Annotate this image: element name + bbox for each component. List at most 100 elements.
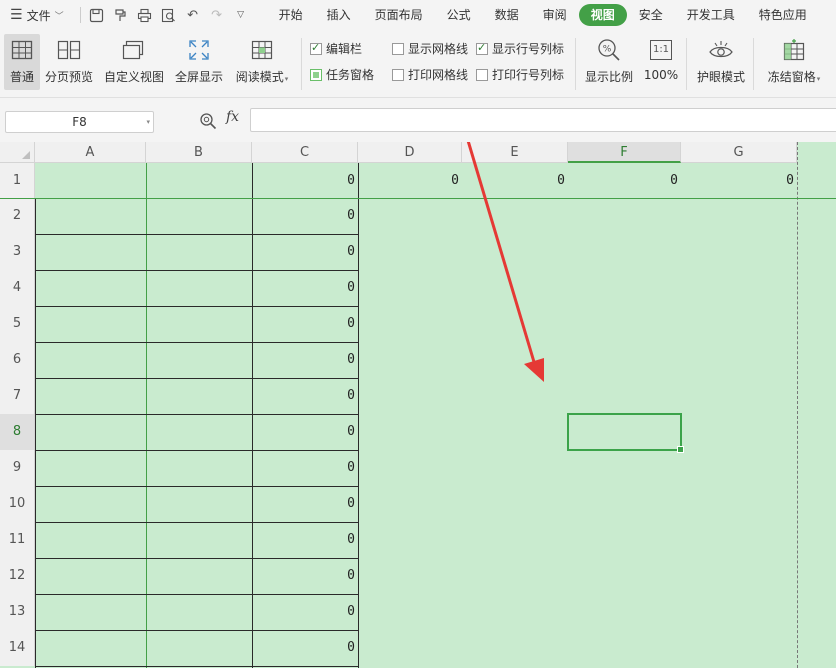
tab-formulas[interactable]: 公式 xyxy=(435,4,483,26)
customize-toolbar-icon[interactable]: ▽ xyxy=(229,3,253,27)
custom-view-button[interactable]: 自定义视图 xyxy=(103,34,165,90)
format-painter-icon[interactable] xyxy=(109,3,133,27)
edit-bar-checkbox[interactable]: 编辑栏 xyxy=(310,40,362,57)
tab-page-layout[interactable]: 页面布局 xyxy=(363,4,435,26)
cell-c2[interactable]: 0 xyxy=(252,198,358,234)
column-header-c[interactable]: C xyxy=(252,142,358,163)
reading-mode-icon xyxy=(250,34,274,66)
row-header-3[interactable]: 3 xyxy=(0,234,35,270)
task-pane-checkbox[interactable]: 任务窗格 xyxy=(310,66,374,83)
file-menu[interactable]: ☰ 文件 ﹀ xyxy=(10,7,64,24)
cell-c10[interactable]: 0 xyxy=(252,486,358,522)
cell-c6[interactable]: 0 xyxy=(252,342,358,378)
save-icon[interactable] xyxy=(85,3,109,27)
row-header-11[interactable]: 11 xyxy=(0,522,35,558)
zoom-icon: % xyxy=(597,34,621,66)
row-header-13[interactable]: 13 xyxy=(0,594,35,630)
cell-border-line xyxy=(35,270,358,271)
tab-special-apps[interactable]: 特色应用 xyxy=(747,4,819,26)
cell-c8[interactable]: 0 xyxy=(252,414,358,450)
show-headings-label: 显示行号列标 xyxy=(492,42,565,56)
column-header-e[interactable]: E xyxy=(462,142,568,163)
row-header-10[interactable]: 10 xyxy=(0,486,35,522)
cell-c1[interactable]: 0 xyxy=(252,163,358,198)
tab-view[interactable]: 视图 xyxy=(578,4,627,26)
cell-f1[interactable]: 0 xyxy=(568,163,681,198)
tab-review[interactable]: 审阅 xyxy=(531,4,579,26)
tab-home[interactable]: 开始 xyxy=(267,4,315,26)
freeze-panes-button[interactable]: 冻结窗格▾ xyxy=(762,34,826,90)
selected-cell-f8[interactable] xyxy=(567,413,684,453)
column-header-f[interactable]: F xyxy=(568,142,681,163)
cell-border-line xyxy=(252,198,253,668)
print-gridlines-checkbox[interactable]: 打印网格线 xyxy=(392,66,468,83)
cell-c4[interactable]: 0 xyxy=(252,270,358,306)
row-header-2[interactable]: 2 xyxy=(0,198,35,234)
cell-d1[interactable]: 0 xyxy=(358,163,462,198)
tab-security[interactable]: 安全 xyxy=(627,4,675,26)
row-header-7[interactable]: 7 xyxy=(0,378,35,414)
cell-c5[interactable]: 0 xyxy=(252,306,358,342)
normal-view-icon xyxy=(11,34,33,66)
show-gridlines-checkbox[interactable]: 显示网格线 xyxy=(392,40,468,57)
tab-insert[interactable]: 插入 xyxy=(315,4,363,26)
zoom-magnifier-icon[interactable] xyxy=(199,112,217,133)
reading-mode-button[interactable]: 阅读模式▾ xyxy=(232,34,292,90)
cell-e1[interactable]: 0 xyxy=(462,163,568,198)
print-headings-checkbox[interactable]: 打印行号列标 xyxy=(476,66,564,83)
show-gridlines-label: 显示网格线 xyxy=(408,42,469,56)
tab-developer[interactable]: 开发工具 xyxy=(675,4,747,26)
column-header-g[interactable]: G xyxy=(681,142,797,163)
checkbox-partial-icon xyxy=(310,68,322,81)
full-screen-button[interactable]: 全屏显示 xyxy=(173,34,225,90)
cell-border-line xyxy=(35,450,358,451)
cell-c12[interactable]: 0 xyxy=(252,558,358,594)
page-break-line xyxy=(797,142,798,668)
column-header-a[interactable]: A xyxy=(35,142,146,163)
print-icon[interactable] xyxy=(133,3,157,27)
row-header-1[interactable]: 1 xyxy=(0,163,35,198)
chevron-down-icon[interactable]: ▾ xyxy=(146,112,150,132)
cell-c14[interactable]: 0 xyxy=(252,630,358,666)
print-preview-icon[interactable] xyxy=(157,3,181,27)
row-header-9[interactable]: 9 xyxy=(0,450,35,486)
cell-c7[interactable]: 0 xyxy=(252,378,358,414)
show-headings-checkbox[interactable]: 显示行号列标 xyxy=(476,40,564,57)
column-header-d[interactable]: D xyxy=(358,142,462,163)
freeze-panes-icon xyxy=(781,34,807,66)
cell-border-line xyxy=(35,522,358,523)
row-header-8[interactable]: 8 xyxy=(0,414,35,450)
name-box-value: F8 xyxy=(72,115,87,129)
full-screen-icon xyxy=(188,34,210,66)
spreadsheet-grid[interactable]: A B C D E F G 1 2 3 4 5 6 7 8 9 10 11 12 13 14 0 0 0 0 0 0 0 0 0 0 0 0 0 0… xyxy=(0,142,836,668)
row-header-6[interactable]: 6 xyxy=(0,342,35,378)
redo-icon[interactable]: ↷ xyxy=(205,3,229,27)
undo-icon[interactable]: ↶ xyxy=(181,3,205,27)
row-header-5[interactable]: 5 xyxy=(0,306,35,342)
cell-c3[interactable]: 0 xyxy=(252,234,358,270)
normal-view-button[interactable]: 普通 xyxy=(4,34,40,90)
row-header-4[interactable]: 4 xyxy=(0,270,35,306)
cell-c13[interactable]: 0 xyxy=(252,594,358,630)
zoom-button[interactable]: % 显示比例 xyxy=(583,34,635,90)
formula-input[interactable] xyxy=(250,108,836,132)
cell-c9[interactable]: 0 xyxy=(252,450,358,486)
tab-data[interactable]: 数据 xyxy=(483,4,531,26)
zoom-100-button[interactable]: 1:1 100% xyxy=(641,34,681,90)
page-break-preview-button[interactable]: 分页预览 xyxy=(43,34,95,90)
custom-view-icon xyxy=(122,34,146,66)
cell-c11[interactable]: 0 xyxy=(252,522,358,558)
select-all-corner[interactable] xyxy=(0,142,35,163)
cell-border-line xyxy=(35,414,358,415)
task-pane-label: 任务窗格 xyxy=(326,68,375,82)
column-header-b[interactable]: B xyxy=(146,142,252,163)
row-header-12[interactable]: 12 xyxy=(0,558,35,594)
row-header-14[interactable]: 14 xyxy=(0,630,35,666)
name-box[interactable]: F8 ▾ xyxy=(5,111,154,133)
zoom-100-label: 100% xyxy=(643,68,679,82)
eye-protection-button[interactable]: 护眼模式 xyxy=(694,34,748,90)
insert-function-button[interactable]: fx xyxy=(226,109,239,125)
view-ribbon: 普通 分页预览 自定义视图 全屏显示 阅读模式▾ ✓ 编辑栏 任务窗格 显示网格… xyxy=(0,30,836,98)
cell-g1[interactable]: 0 xyxy=(681,163,797,198)
wps-spreadsheet-window: ☰ 文件 ﹀ ↶ ↷ ▽ 开始 插入 页面布局 公式 数据 审阅 视图 安全 开… xyxy=(0,0,836,668)
